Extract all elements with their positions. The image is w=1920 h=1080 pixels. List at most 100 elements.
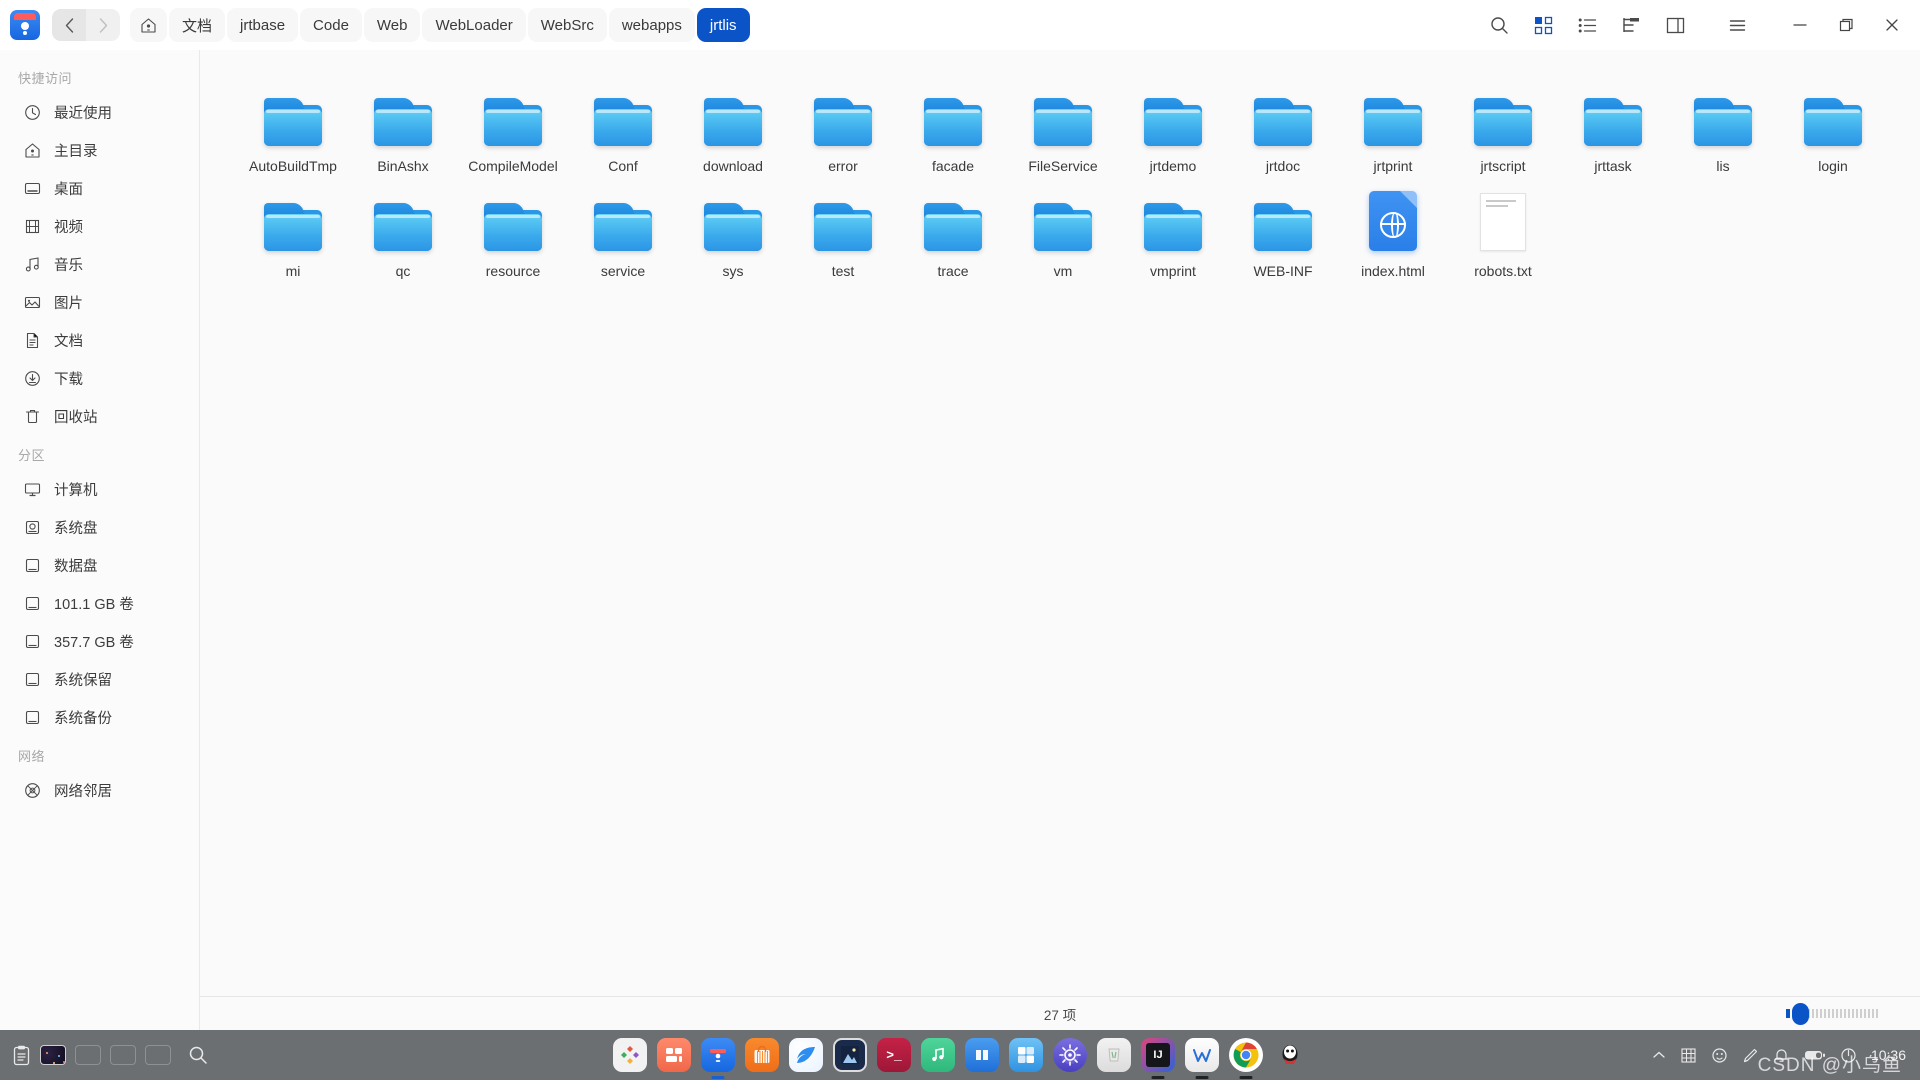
sidebar-item-label: 最近使用 [54, 105, 112, 122]
sidebar-item-data-disk[interactable]: 数据盘 [8, 546, 191, 584]
sidebar-item-music[interactable]: 音乐 [8, 245, 191, 283]
file-grid[interactable]: AutoBuildTmp BinAshx CompileModel Conf downl… [200, 50, 1920, 996]
titlebar: 文档 jrtbase Code Web WebLoader WebSrc web… [0, 0, 1920, 50]
file-item[interactable]: sys [678, 183, 788, 288]
pen-icon[interactable] [1742, 1047, 1759, 1064]
sidebar-item-downloads[interactable]: 下载 [8, 359, 191, 397]
tree-view-icon[interactable] [1610, 7, 1652, 43]
bell-icon[interactable] [1773, 1047, 1790, 1064]
file-item[interactable]: robots.txt [1448, 183, 1558, 288]
breadcrumb-item-webapps[interactable]: webapps [608, 8, 695, 42]
notes-icon[interactable] [965, 1038, 999, 1072]
sidebar-item-trash[interactable]: 回收站 [8, 397, 191, 435]
icon-size-slider[interactable] [1786, 1002, 1896, 1025]
file-item[interactable]: jrtprint [1338, 78, 1448, 183]
file-item[interactable]: trace [898, 183, 1008, 288]
music-icon[interactable] [921, 1038, 955, 1072]
workspace-4[interactable] [145, 1045, 171, 1065]
browser-icon[interactable] [789, 1038, 823, 1072]
calculator-icon[interactable] [1009, 1038, 1043, 1072]
qq-icon[interactable] [1273, 1038, 1307, 1072]
breadcrumb-item-code[interactable]: Code [300, 8, 362, 42]
file-item[interactable]: qc [348, 183, 458, 288]
file-manager-icon[interactable] [701, 1038, 735, 1072]
sidebar-item-home[interactable]: 主目录 [8, 131, 191, 169]
app-store-icon[interactable] [745, 1038, 779, 1072]
workspace-3[interactable] [110, 1045, 136, 1065]
file-item[interactable]: CompileModel [458, 78, 568, 183]
trash-icon[interactable] [1097, 1038, 1131, 1072]
sidebar-item-videos[interactable]: 视频 [8, 207, 191, 245]
breadcrumb-item-home[interactable] [130, 8, 167, 42]
power-icon[interactable] [1840, 1047, 1857, 1064]
sidebar-item-system-disk[interactable]: 系统盘 [8, 508, 191, 546]
sidebar-item-volume-101[interactable]: 101.1 GB 卷 [8, 584, 191, 622]
file-item[interactable]: lis [1668, 78, 1778, 183]
grid-view-icon[interactable] [1522, 7, 1564, 43]
breadcrumb-item-jrtlis[interactable]: jrtlis [696, 8, 750, 42]
file-item[interactable]: index.html [1338, 183, 1448, 288]
file-item[interactable]: login [1778, 78, 1888, 183]
file-item[interactable]: vm [1008, 183, 1118, 288]
sidebar-item-recent[interactable]: 最近使用 [8, 93, 191, 131]
sidebar-item-volume-357[interactable]: 357.7 GB 卷 [8, 622, 191, 660]
clock[interactable]: 10:36 [1871, 1048, 1906, 1062]
minimize-icon[interactable] [1778, 5, 1822, 45]
file-item[interactable]: jrtdemo [1118, 78, 1228, 183]
file-item[interactable]: vmprint [1118, 183, 1228, 288]
file-item[interactable]: Conf [568, 78, 678, 183]
intellij-idea-icon[interactable]: IJ [1141, 1038, 1175, 1072]
file-item[interactable]: AutoBuildTmp [238, 78, 348, 183]
search-icon[interactable] [188, 1045, 208, 1065]
settings-icon[interactable] [1053, 1038, 1087, 1072]
workspace-2[interactable] [75, 1045, 101, 1065]
file-item[interactable]: jrttask [1558, 78, 1668, 183]
slider-knob[interactable] [1792, 1002, 1809, 1025]
chevron-up-icon[interactable] [1652, 1048, 1666, 1062]
battery-icon[interactable] [1804, 1048, 1826, 1062]
breadcrumb-item-websrc[interactable]: WebSrc [527, 8, 607, 42]
sidebar-item-computer[interactable]: 计算机 [8, 470, 191, 508]
sidebar-item-label: 主目录 [54, 143, 98, 160]
sidebar-item-network-neighborhood[interactable]: 网络邻居 [8, 771, 191, 809]
forward-button[interactable] [86, 9, 120, 41]
chrome-icon[interactable] [1229, 1038, 1263, 1072]
file-item[interactable]: jrtdoc [1228, 78, 1338, 183]
sidebar-item-system-reserved[interactable]: 系统保留 [8, 660, 191, 698]
list-view-icon[interactable] [1566, 7, 1608, 43]
file-item[interactable]: error [788, 78, 898, 183]
app-grid-icon[interactable] [657, 1038, 691, 1072]
gallery-icon[interactable] [833, 1038, 867, 1072]
search-icon[interactable] [1478, 7, 1520, 43]
voice-icon[interactable] [1711, 1047, 1728, 1064]
file-item[interactable]: download [678, 78, 788, 183]
input-method-icon[interactable] [1680, 1047, 1697, 1064]
file-item[interactable]: jrtscript [1448, 78, 1558, 183]
file-item[interactable]: WEB-INF [1228, 183, 1338, 288]
close-icon[interactable] [1870, 5, 1914, 45]
file-item[interactable]: facade [898, 78, 1008, 183]
menu-icon[interactable] [1716, 7, 1758, 43]
back-button[interactable] [52, 9, 86, 41]
file-item[interactable]: mi [238, 183, 348, 288]
terminal-icon[interactable]: >_ [877, 1038, 911, 1072]
file-item[interactable]: test [788, 183, 898, 288]
maximize-icon[interactable] [1824, 5, 1868, 45]
file-item[interactable]: service [568, 183, 678, 288]
breadcrumb-item-jrtbase[interactable]: jrtbase [227, 8, 299, 42]
sidebar-item-pictures[interactable]: 图片 [8, 283, 191, 321]
clipboard-icon[interactable] [12, 1045, 31, 1066]
file-item[interactable]: FileService [1008, 78, 1118, 183]
split-view-icon[interactable] [1654, 7, 1696, 43]
sidebar-item-desktop[interactable]: 桌面 [8, 169, 191, 207]
breadcrumb-item-webloader[interactable]: WebLoader [422, 8, 526, 42]
file-item[interactable]: BinAshx [348, 78, 458, 183]
breadcrumb-item-web[interactable]: Web [363, 8, 421, 42]
wps-icon[interactable] [1185, 1038, 1219, 1072]
workspace-1[interactable] [40, 1045, 66, 1065]
breadcrumb-item-documents[interactable]: 文档 [169, 8, 226, 42]
file-item[interactable]: resource [458, 183, 568, 288]
sidebar-item-documents[interactable]: 文档 [8, 321, 191, 359]
launcher-icon[interactable] [613, 1038, 647, 1072]
sidebar-item-system-backup[interactable]: 系统备份 [8, 698, 191, 736]
